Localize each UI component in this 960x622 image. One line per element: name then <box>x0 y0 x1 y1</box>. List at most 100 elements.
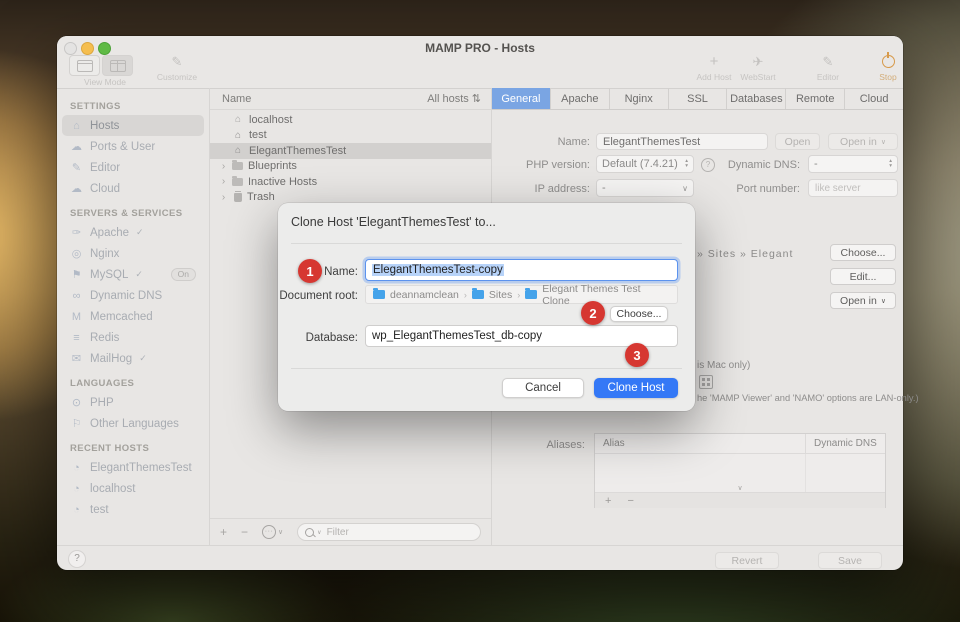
customize-button[interactable]: ✎ Customize <box>145 54 209 82</box>
remove-host-footer-button[interactable]: − <box>241 525 248 539</box>
remove-alias-button[interactable]: − <box>627 495 633 507</box>
sidebar-item-cloud[interactable]: ☁ Cloud <box>62 178 204 199</box>
power-icon <box>859 54 917 70</box>
filter-input[interactable] <box>325 526 473 539</box>
dynamic-dns-select[interactable]: - ▴▾ <box>808 155 898 173</box>
sidebar-section-languages: LANGUAGES <box>70 378 209 389</box>
tab-apache[interactable]: Apache <box>551 88 610 109</box>
host-row-elegantthemestest[interactable]: ⌂ ElegantThemesTest <box>210 143 491 159</box>
host-name-field[interactable]: ElegantThemesTest <box>596 133 768 150</box>
desktop-wallpaper: MAMP PRO - Hosts View Mode ✎ Customize +… <box>0 0 960 622</box>
chevron-down-icon: ∨ <box>682 184 688 193</box>
redis-icon: ≡ <box>70 332 83 344</box>
host-row-blueprints[interactable]: › Blueprints <box>210 159 491 175</box>
chevron-down-icon: ∨ <box>737 484 742 492</box>
sidebar-item-recent-localhost[interactable]: ◔ localhost <box>62 478 204 499</box>
search-icon <box>305 528 314 537</box>
titlebar: MAMP PRO - Hosts View Mode ✎ Customize +… <box>57 36 903 89</box>
sidebar-section-servers: SERVERS & SERVICES <box>70 208 209 219</box>
step-badge-1: 1 <box>298 259 322 283</box>
add-alias-button[interactable]: + <box>605 495 611 507</box>
open-button[interactable]: Open <box>775 133 820 150</box>
host-row-localhost[interactable]: ⌂ localhost <box>210 112 491 128</box>
step-badge-2: 2 <box>581 301 605 325</box>
folder-icon <box>232 162 243 170</box>
house-icon: ⌂ <box>70 120 83 132</box>
sidebar-item-mailhog[interactable]: ✉ MailHog ✓ <box>62 348 204 369</box>
mysql-icon: ⚑ <box>70 268 83 281</box>
help-button[interactable]: ? <box>68 550 86 568</box>
host-list-header: Name All hosts ⇅ <box>210 88 491 110</box>
webstart-button[interactable]: ✈ WebStart <box>729 54 787 82</box>
dynamic-dns-column-header: Dynamic DNS <box>806 434 885 453</box>
sidebar-item-hosts[interactable]: ⌂ Hosts <box>62 115 204 136</box>
host-row-inactive-hosts[interactable]: › Inactive Hosts <box>210 174 491 190</box>
tab-nginx[interactable]: Nginx <box>610 88 669 109</box>
editor-icon: ✎ <box>799 54 857 70</box>
save-button[interactable]: Save <box>818 552 882 569</box>
folder-icon <box>525 290 537 299</box>
tab-bar: General Apache Nginx SSL Databases Remot… <box>492 88 903 110</box>
add-host-footer-button[interactable]: + <box>220 525 227 539</box>
aliases-table-body: ∨ <box>595 454 885 493</box>
filter-field[interactable]: ∨ <box>297 523 481 541</box>
sidebar-item-other-languages[interactable]: ⚐ Other Languages <box>62 413 204 434</box>
status-bar: ? Revert Save <box>57 545 903 571</box>
choose-docroot-button[interactable]: Choose... <box>830 244 896 261</box>
open-in-button[interactable]: Open in ∨ <box>828 133 898 150</box>
clone-docroot-breadcrumb[interactable]: deannamclean › Sites › Elegant Themes Te… <box>365 285 678 304</box>
clone-name-input[interactable]: ElegantThemesTest-copy <box>365 259 678 281</box>
php-version-select[interactable]: Default (7.4.21) ▴▾ <box>596 155 694 173</box>
breadcrumb-separator-icon: › <box>517 290 520 300</box>
view-mode-label: View Mode <box>61 77 149 87</box>
tab-cloud[interactable]: Cloud <box>845 88 903 109</box>
tab-databases[interactable]: Databases <box>727 88 786 109</box>
ip-address-label: IP address: <box>492 183 590 195</box>
revert-button[interactable]: Revert <box>715 552 779 569</box>
edit-docroot-button[interactable]: Edit... <box>830 268 896 285</box>
sidebar-item-dynamic-dns[interactable]: ∞ Dynamic DNS <box>62 285 204 306</box>
sidebar-item-php[interactable]: ⊙ PHP <box>62 392 204 413</box>
dialog-docroot-label: Document root: <box>278 290 358 302</box>
note-lan-only: he 'MAMP Viewer' and 'NAMO' options are … <box>697 393 919 403</box>
dialog-title: Clone Host 'ElegantThemesTest' to... <box>291 215 496 229</box>
port-number-input[interactable] <box>808 179 898 197</box>
view-mode-columns-button[interactable] <box>102 55 133 76</box>
sidebar-item-mysql[interactable]: ⚑ MySQL ✓ On <box>62 264 204 285</box>
host-row-test[interactable]: ⌂ test <box>210 128 491 144</box>
list-view-icon <box>77 60 93 72</box>
sidebar-item-redis[interactable]: ≡ Redis <box>62 327 204 348</box>
view-mode-list-button[interactable] <box>69 55 100 76</box>
cancel-button[interactable]: Cancel <box>502 378 584 398</box>
sidebar-item-apache[interactable]: ✑ Apache ✓ <box>62 222 204 243</box>
editor-button[interactable]: ✎ Editor <box>799 54 857 82</box>
apache-icon: ✑ <box>70 226 83 239</box>
choose-clone-docroot-button[interactable]: Choose... <box>610 306 668 322</box>
clock-icon: ◔ <box>70 462 83 474</box>
disclosure-icon[interactable]: › <box>220 161 227 172</box>
ip-address-select[interactable]: - ∨ <box>596 179 694 197</box>
actions-menu-button[interactable]: ··· ∨ <box>262 525 283 539</box>
disclosure-icon[interactable]: › <box>220 192 227 203</box>
disclosure-icon[interactable]: › <box>220 176 227 187</box>
sidebar-item-recent-elegantthemestest[interactable]: ◔ ElegantThemesTest <box>62 457 204 478</box>
tab-general[interactable]: General <box>492 88 551 109</box>
sidebar-item-recent-test[interactable]: ◔ test <box>62 499 204 520</box>
clone-host-dialog: Clone Host 'ElegantThemesTest' to... 1 N… <box>278 203 695 411</box>
sidebar-item-memcached[interactable]: M Memcached <box>62 306 204 327</box>
tab-ssl[interactable]: SSL <box>669 88 728 109</box>
port-number-label: Port number: <box>702 183 800 195</box>
memcached-icon: M <box>70 311 83 323</box>
stop-button[interactable]: Stop <box>859 54 917 82</box>
chevron-down-icon: ∨ <box>317 529 321 536</box>
qr-code-icon <box>699 375 713 389</box>
sidebar-item-nginx[interactable]: ◎ Nginx <box>62 243 204 264</box>
clone-host-button[interactable]: Clone Host <box>594 378 678 398</box>
open-in-docroot-button[interactable]: Open in ∨ <box>830 292 896 309</box>
sidebar-item-editor[interactable]: ✎ Editor <box>62 157 204 178</box>
sidebar-item-ports-user[interactable]: ☁ Ports & User <box>62 136 204 157</box>
tab-remote[interactable]: Remote <box>786 88 845 109</box>
dialog-database-label: Database: <box>288 332 358 344</box>
host-filter-dropdown[interactable]: All hosts ⇅ <box>427 92 481 105</box>
chevron-down-icon: ∨ <box>278 528 283 536</box>
